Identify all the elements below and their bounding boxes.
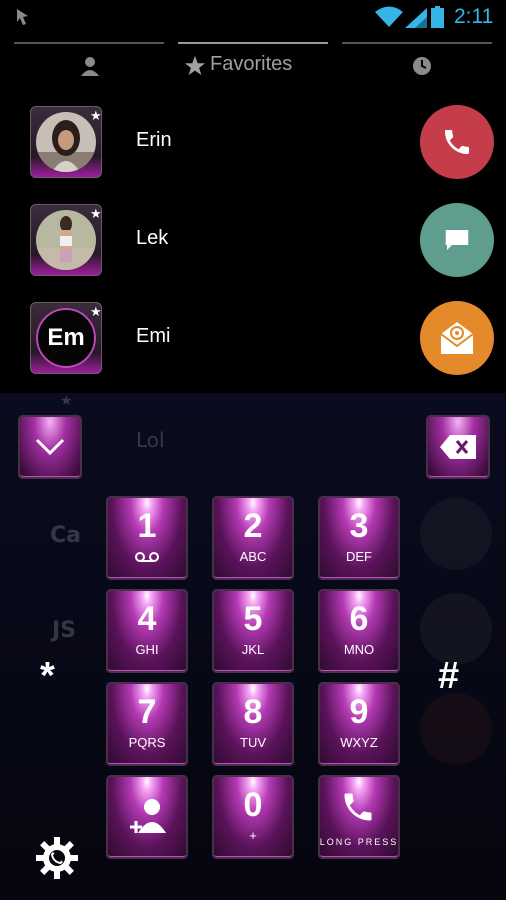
tab-contacts[interactable] (14, 36, 164, 92)
key-letters: ABC (239, 549, 267, 564)
dialpad: ★ Lol Ca JS 1 2 ABC 3 DEF 4 GHI 5 JKL 6 … (0, 393, 506, 900)
tab-favorites-label: Favorites (210, 53, 293, 75)
favorite-star-icon: ★ (90, 109, 102, 124)
dial-key-8[interactable]: 8 TUV (212, 682, 294, 766)
person-icon (81, 57, 99, 76)
key-digit: 2 (243, 507, 263, 545)
key-digit: 4 (137, 600, 157, 638)
add-contact-icon (130, 799, 166, 833)
contact-photo (36, 112, 96, 172)
clock-icon (413, 57, 431, 75)
key-digit: 5 (243, 600, 263, 638)
long-press-caption: LONG PRESS (319, 837, 399, 847)
tab-underline (14, 42, 164, 44)
dial-key-5[interactable]: 5 JKL (212, 589, 294, 673)
notification-icon (17, 9, 28, 25)
faded-star-icon: ★ (60, 393, 73, 409)
mail-icon (440, 322, 474, 354)
key-letters: DEF (346, 549, 372, 564)
battery-icon (431, 6, 444, 28)
message-button[interactable] (420, 203, 494, 277)
contact-name: Lek (136, 227, 169, 249)
tab-recent[interactable] (342, 36, 492, 92)
contact-name: Emi (136, 325, 171, 347)
add-contact-key[interactable] (106, 775, 188, 859)
wifi-icon (375, 6, 403, 27)
key-digit: 0 (243, 786, 263, 824)
chevron-down-icon (35, 438, 65, 456)
key-digit: 1 (137, 507, 157, 545)
dial-key-3[interactable]: 3 DEF (318, 496, 400, 580)
collapse-dialpad-button[interactable] (18, 415, 82, 479)
dial-key-0[interactable]: 0 + (212, 775, 294, 859)
favorite-star-icon: ★ (90, 207, 102, 222)
tab-favorites[interactable]: Favorites (178, 36, 328, 92)
contact-name: Erin (136, 129, 172, 151)
avatar[interactable]: ★ (30, 204, 102, 276)
key-digit: 3 (349, 507, 369, 545)
key-letters: WXYZ (340, 735, 378, 750)
call-key[interactable]: LONG PRESS (318, 775, 400, 859)
email-button[interactable] (420, 301, 494, 375)
favorite-star-icon: ★ (90, 305, 102, 320)
tab-underline (342, 42, 492, 44)
avatar[interactable]: ★ Em (30, 302, 102, 374)
clock-time: 2:11 (454, 5, 494, 28)
faded-contact-initials: JS (52, 618, 77, 643)
backspace-button[interactable] (426, 415, 490, 479)
avatar[interactable]: ★ (30, 106, 102, 178)
key-letters: JKL (241, 642, 265, 657)
faded-action-button (420, 498, 492, 570)
list-item[interactable]: ★ Erin (0, 92, 506, 190)
list-item[interactable]: ★ Lek (0, 190, 506, 288)
phone-icon (445, 130, 469, 154)
call-icon (344, 793, 372, 821)
star-icon (184, 55, 206, 76)
dial-key-7[interactable]: 7 PQRS (106, 682, 188, 766)
signal-icon (405, 8, 427, 28)
call-button[interactable] (420, 105, 494, 179)
settings-gear-icon[interactable] (34, 835, 80, 881)
dial-key-9[interactable]: 9 WXYZ (318, 682, 400, 766)
backspace-icon (440, 435, 476, 459)
dial-key-1[interactable]: 1 (106, 496, 188, 580)
contact-photo (36, 210, 96, 270)
hash-key[interactable]: # (438, 655, 459, 698)
list-item[interactable]: ★ Em Emi (0, 288, 506, 386)
faded-action-button (420, 693, 492, 765)
key-digit: 8 (243, 693, 263, 731)
dial-key-6[interactable]: 6 MNO (318, 589, 400, 673)
key-letters: TUV (240, 735, 266, 750)
tab-underline (178, 42, 328, 44)
dial-key-2[interactable]: 2 ABC (212, 496, 294, 580)
key-digit: 9 (349, 693, 369, 731)
star-key[interactable]: * (40, 655, 55, 698)
initials-text: Em (36, 308, 96, 368)
message-icon (445, 230, 469, 250)
key-letters: MNO (343, 642, 375, 657)
contact-initials: Em (36, 308, 96, 368)
faded-contact-name: Lol (136, 428, 165, 452)
key-letters: GHI (135, 642, 159, 657)
key-digit: 6 (349, 600, 369, 638)
tab-bar: Favorites (0, 36, 506, 92)
key-letters: + (249, 828, 257, 843)
voicemail-icon (135, 552, 159, 562)
faded-contact-initials: Ca (50, 523, 81, 548)
key-letters: PQRS (128, 735, 166, 750)
key-digit: 7 (137, 693, 157, 731)
status-bar: 2:11 (0, 0, 506, 36)
dial-key-4[interactable]: 4 GHI (106, 589, 188, 673)
